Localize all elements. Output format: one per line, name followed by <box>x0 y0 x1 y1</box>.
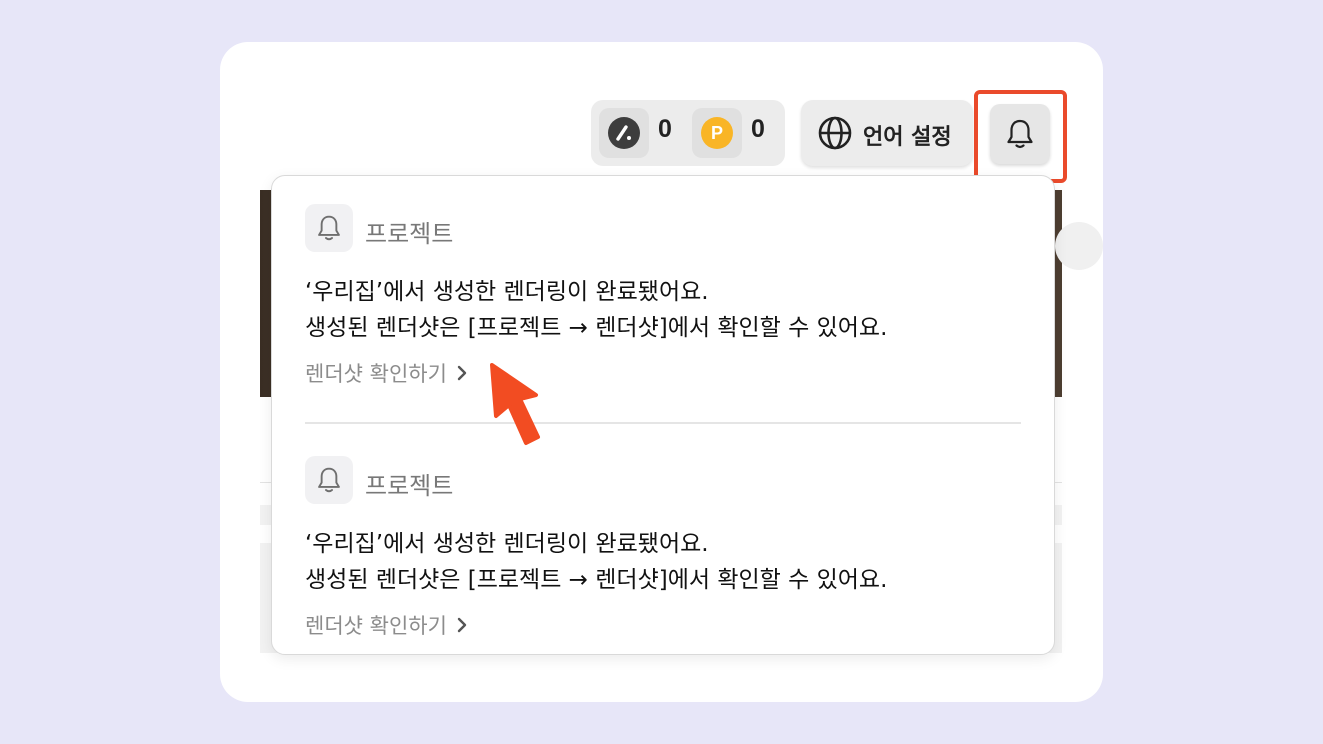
point-balance: 0 <box>751 115 765 143</box>
language-settings-button[interactable]: 언어 설정 <box>801 100 973 166</box>
pointer-arrow-icon <box>490 363 540 445</box>
bell-icon <box>305 456 353 504</box>
points-display: 0 P 0 <box>591 100 785 166</box>
p-coin-icon: P <box>692 108 742 158</box>
p-coin-letter: P <box>710 122 723 143</box>
view-rendershot-label: 렌더샷 확인하기 <box>305 362 447 386</box>
notifications-dropdown: 프로젝트 ‘우리집’에서 생성한 렌더링이 완료됐어요. 생성된 렌더샷은 [프… <box>271 175 1055 655</box>
view-rendershot-label: 렌더샷 확인하기 <box>305 614 447 638</box>
chevron-right-icon <box>457 365 467 381</box>
language-settings-label: 언어 설정 <box>863 125 952 150</box>
bell-icon <box>1007 119 1033 149</box>
bell-icon <box>305 204 353 252</box>
notification-category: 프로젝트 <box>365 220 454 248</box>
notifications-button[interactable] <box>990 104 1050 164</box>
background-control <box>1055 222 1103 270</box>
notification-divider <box>305 422 1021 424</box>
notification-message-line2: 생성된 렌더샷은 [프로젝트 → 렌더샷]에서 확인할 수 있어요. <box>305 315 888 341</box>
notification-category: 프로젝트 <box>365 472 454 500</box>
logo-coin-icon <box>599 108 649 158</box>
globe-icon <box>818 116 852 150</box>
chevron-right-icon <box>457 617 467 633</box>
notification-message-line2: 생성된 렌더샷은 [프로젝트 → 렌더샷]에서 확인할 수 있어요. <box>305 567 888 593</box>
notification-message-line1: ‘우리집’에서 생성한 렌더링이 완료됐어요. <box>305 531 709 557</box>
view-rendershot-link[interactable]: 렌더샷 확인하기 <box>305 358 469 388</box>
view-rendershot-link[interactable]: 렌더샷 확인하기 <box>305 610 469 640</box>
coin-balance: 0 <box>658 115 672 143</box>
notification-message-line1: ‘우리집’에서 생성한 렌더링이 완료됐어요. <box>305 279 709 305</box>
